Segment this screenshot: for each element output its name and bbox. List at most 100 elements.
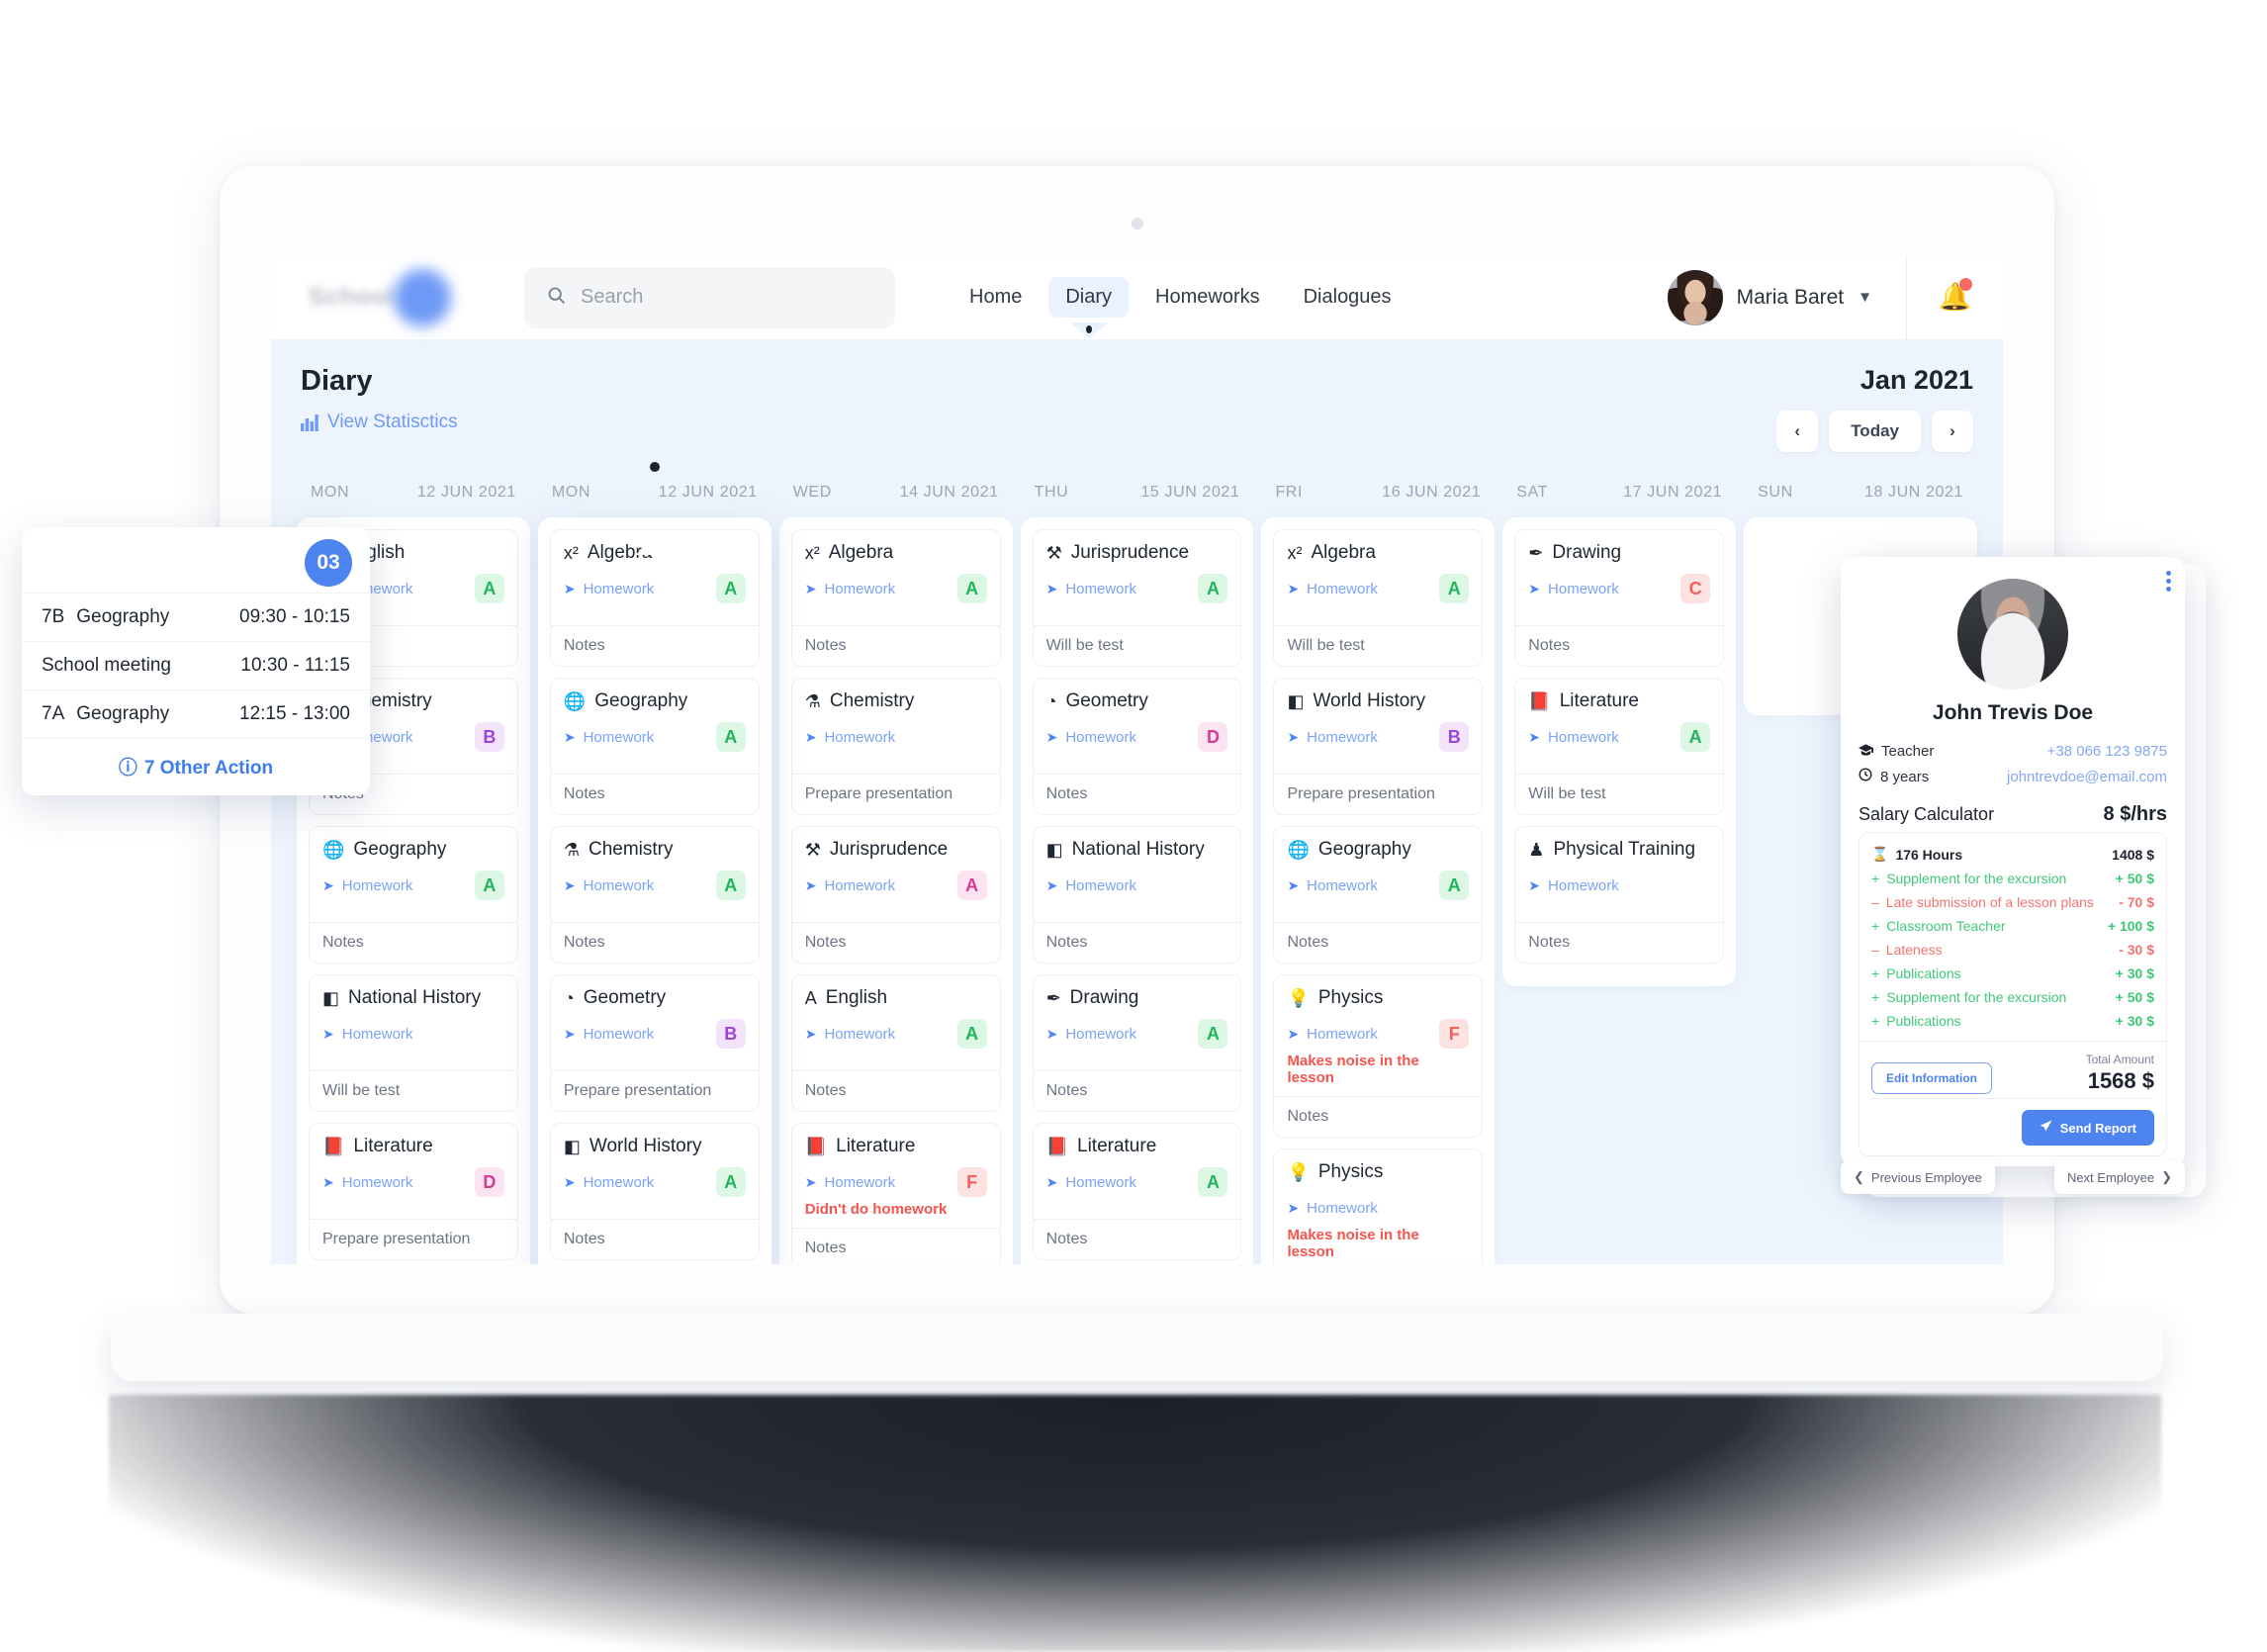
lesson-card[interactable]: ⚗ Chemistry ➤ Homework Prepare presentation bbox=[790, 678, 1001, 815]
notifications-button[interactable]: 🔔 bbox=[1906, 255, 2003, 339]
homework-link[interactable]: ➤ Homework bbox=[1046, 581, 1136, 597]
homework-link[interactable]: ➤ Homework bbox=[1046, 1174, 1136, 1191]
lesson-card[interactable]: 📕 Literature ➤ Homework A Will be test bbox=[1514, 678, 1725, 815]
lesson-card[interactable]: x² Algebra ➤ Homework A Notes bbox=[790, 529, 1001, 667]
homework-link[interactable]: ➤ Homework bbox=[322, 1174, 412, 1191]
lesson-card[interactable]: ◔ Geometry ➤ Homework B Prepare presentation bbox=[549, 974, 760, 1112]
lesson-note[interactable]: Notes bbox=[550, 625, 759, 666]
lesson-note[interactable]: Notes bbox=[1033, 1219, 1241, 1259]
lesson-card[interactable]: ✒ Drawing ➤ Homework A Notes bbox=[1032, 974, 1242, 1112]
homework-link[interactable]: ➤ Homework bbox=[805, 581, 895, 597]
lesson-note[interactable]: Notes bbox=[1515, 625, 1724, 666]
homework-link[interactable]: ➤ Homework bbox=[564, 877, 654, 894]
lesson-note[interactable]: Notes bbox=[1515, 922, 1724, 963]
lesson-card[interactable]: ◔ Geometry ➤ Homework D Notes bbox=[1032, 678, 1242, 815]
lesson-card[interactable]: 💡 Physics ➤ Homework F Makes noise in the les… bbox=[1273, 974, 1484, 1138]
lesson-note[interactable]: Notes bbox=[1033, 922, 1241, 963]
homework-link[interactable]: ➤ Homework bbox=[1287, 1200, 1377, 1217]
nav-item-homeworks[interactable]: Homeworks bbox=[1138, 277, 1277, 318]
homework-link[interactable]: ➤ Homework bbox=[1287, 581, 1377, 597]
lesson-note[interactable]: Notes bbox=[1274, 922, 1483, 963]
homework-link[interactable]: ➤ Homework bbox=[322, 877, 412, 894]
lesson-card[interactable]: ⚒ Jurisprudence ➤ Homework A Will be test bbox=[1032, 529, 1242, 667]
lesson-note[interactable]: Notes bbox=[791, 922, 1000, 963]
send-report-button[interactable]: Send Report bbox=[2021, 1110, 2154, 1146]
lesson-card[interactable]: ◧ National History ➤ Homework Will be test bbox=[309, 974, 518, 1112]
homework-link[interactable]: ➤ Homework bbox=[805, 877, 895, 894]
employee-email[interactable]: johntrevdoe@email.com bbox=[2007, 769, 2167, 785]
lesson-note[interactable]: Notes bbox=[1274, 1096, 1483, 1137]
homework-link[interactable]: ➤ Homework bbox=[805, 1174, 895, 1191]
lesson-note[interactable]: Notes bbox=[1033, 1070, 1241, 1111]
homework-link[interactable]: ➤ Homework bbox=[1046, 877, 1136, 894]
lesson-note[interactable]: Notes bbox=[791, 625, 1000, 666]
nav-item-diary[interactable]: Diary bbox=[1048, 277, 1130, 339]
search-input[interactable]: Search bbox=[524, 266, 895, 328]
lesson-note[interactable]: Prepare presentation bbox=[791, 774, 1000, 814]
user-menu[interactable]: Maria Baret ▼ bbox=[1667, 255, 1906, 339]
more-vertical-icon[interactable] bbox=[2166, 571, 2171, 592]
lesson-note[interactable]: Notes bbox=[550, 1219, 759, 1259]
lesson-card[interactable]: ✒ Drawing ➤ Homework C Notes bbox=[1514, 529, 1725, 667]
lesson-card[interactable]: ◧ World History ➤ Homework A Notes bbox=[549, 1123, 760, 1260]
lesson-card[interactable]: ⚒ Jurisprudence ➤ Homework A Notes bbox=[790, 826, 1001, 964]
homework-link[interactable]: ➤ Homework bbox=[564, 1026, 654, 1043]
lesson-card[interactable]: 📕 Literature ➤ Homework A Notes bbox=[1032, 1123, 1242, 1260]
homework-link[interactable]: ➤ Homework bbox=[322, 1026, 412, 1043]
lesson-card[interactable]: ♟ Physical Training ➤ Homework Notes bbox=[1514, 826, 1725, 964]
lesson-card[interactable]: 💡 Physics ➤ Homework Makes noise in the less… bbox=[1273, 1148, 1484, 1264]
homework-link[interactable]: ➤ Homework bbox=[1528, 877, 1618, 894]
schedule-row[interactable]: 7B Geography 09:30 - 10:15 bbox=[22, 593, 370, 641]
edit-information-button[interactable]: Edit Information bbox=[1871, 1062, 1992, 1094]
lesson-card[interactable]: 📕 Literature ➤ Homework F Didn't do homework N… bbox=[790, 1123, 1001, 1264]
lesson-note[interactable]: Prepare presentation bbox=[550, 1070, 759, 1111]
lesson-card[interactable]: 🌐 Geography ➤ Homework A Notes bbox=[309, 826, 518, 964]
prev-week-button[interactable]: ‹ bbox=[1776, 411, 1819, 452]
lesson-note[interactable]: Will be test bbox=[1033, 625, 1241, 666]
employee-phone[interactable]: +38 066 123 9875 bbox=[2047, 743, 2167, 760]
next-week-button[interactable]: › bbox=[1932, 411, 1973, 452]
lesson-card[interactable]: ◧ World History ➤ Homework B Prepare presenta… bbox=[1273, 678, 1484, 815]
lesson-note[interactable]: Notes bbox=[791, 1228, 1000, 1264]
schedule-row[interactable]: School meeting 10:30 - 11:15 bbox=[22, 641, 370, 689]
homework-link[interactable]: ➤ Homework bbox=[805, 1026, 895, 1043]
lesson-card[interactable]: 🌐 Geography ➤ Homework A Notes bbox=[549, 678, 760, 815]
homework-link[interactable]: ➤ Homework bbox=[805, 729, 895, 746]
homework-link[interactable]: ➤ Homework bbox=[1046, 1026, 1136, 1043]
brand-logo[interactable]: School bbox=[309, 268, 506, 326]
next-employee-button[interactable]: Next Employee ❯ bbox=[2053, 1160, 2185, 1194]
lesson-note[interactable]: Notes bbox=[550, 922, 759, 963]
lesson-card[interactable]: 🌐 Geography ➤ Homework A Notes bbox=[1273, 826, 1484, 964]
homework-link[interactable]: ➤ Homework bbox=[564, 581, 654, 597]
view-statistics-link[interactable]: View Statisctics bbox=[301, 412, 458, 433]
homework-link[interactable]: ➤ Homework bbox=[1287, 729, 1377, 746]
lesson-note[interactable]: Will be test bbox=[310, 1070, 517, 1111]
homework-link[interactable]: ➤ Homework bbox=[1287, 877, 1377, 894]
previous-employee-button[interactable]: ❮ Previous Employee bbox=[1841, 1160, 1995, 1194]
paper-plane-icon: ➤ bbox=[804, 580, 817, 597]
homework-link[interactable]: ➤ Homework bbox=[564, 1174, 654, 1191]
lesson-card[interactable]: ⚗ Chemistry ➤ Homework A Notes bbox=[549, 826, 760, 964]
homework-link[interactable]: ➤ Homework bbox=[564, 729, 654, 746]
today-button[interactable]: Today bbox=[1829, 411, 1921, 452]
homework-link[interactable]: ➤ Homework bbox=[1528, 729, 1618, 746]
lesson-card[interactable]: x² Algebra ➤ Homework A Will be test bbox=[1273, 529, 1484, 667]
lesson-note[interactable]: Will be test bbox=[1274, 625, 1483, 666]
lesson-note[interactable]: Will be test bbox=[1515, 774, 1724, 814]
lesson-card[interactable]: ◧ National History ➤ Homework Notes bbox=[1032, 826, 1242, 964]
nav-item-dialogues[interactable]: Dialogues bbox=[1287, 277, 1408, 318]
homework-link[interactable]: ➤ Homework bbox=[1528, 581, 1618, 597]
nav-item-home[interactable]: Home bbox=[952, 277, 1039, 318]
lesson-card[interactable]: 📕 Literature ➤ Homework D Prepare presentatio… bbox=[309, 1123, 518, 1260]
lesson-card[interactable]: A English ➤ Homework A Notes bbox=[790, 974, 1001, 1112]
lesson-note[interactable]: Notes bbox=[550, 774, 759, 814]
homework-link[interactable]: ➤ Homework bbox=[1046, 729, 1136, 746]
schedule-row[interactable]: 7A Geography 12:15 - 13:00 bbox=[22, 689, 370, 738]
lesson-note[interactable]: Prepare presentation bbox=[310, 1219, 517, 1259]
homework-link[interactable]: ➤ Homework bbox=[1287, 1026, 1377, 1043]
lesson-note[interactable]: Notes bbox=[310, 922, 517, 963]
lesson-note[interactable]: Notes bbox=[791, 1070, 1000, 1111]
other-actions-link[interactable]: ⓘ 7 Other Action bbox=[22, 738, 370, 795]
lesson-note[interactable]: Prepare presentation bbox=[1274, 774, 1483, 814]
lesson-note[interactable]: Notes bbox=[1033, 774, 1241, 814]
